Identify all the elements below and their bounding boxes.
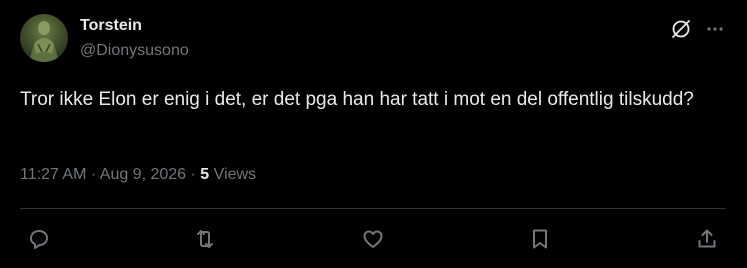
tweet-meta: 11:27 AM · Aug 9, 2026 · 5 Views (20, 166, 256, 184)
views-count[interactable]: 5 (200, 166, 209, 183)
tweet-date[interactable]: Aug 9, 2026 (100, 166, 186, 183)
tweet-text: Tror ikke Elon er enig i det, er det pga… (20, 89, 694, 110)
grok-icon[interactable] (670, 18, 692, 40)
author-handle[interactable]: @Dionysusono (80, 42, 189, 60)
avatar-image (30, 21, 58, 62)
tweet-time[interactable]: 11:27 AM (20, 166, 86, 183)
tweet-detail: Torstein @Dionysusono Tror ikke Elon er … (0, 0, 747, 268)
share-icon (698, 229, 716, 248)
meta-separator: · (86, 166, 100, 183)
author-name[interactable]: Torstein (80, 17, 142, 35)
avatar[interactable] (20, 14, 68, 62)
divider (20, 208, 726, 209)
meta-separator: · (186, 166, 201, 183)
more-icon[interactable] (704, 18, 726, 40)
repost-icon (197, 230, 213, 248)
views-label: Views (209, 166, 257, 183)
like-icon (363, 230, 383, 248)
share-button[interactable] (694, 226, 720, 252)
like-button[interactable] (360, 226, 386, 252)
bookmark-icon (533, 229, 547, 249)
repost-button[interactable] (192, 226, 218, 252)
bookmark-button[interactable] (527, 226, 553, 252)
reply-icon (30, 230, 48, 249)
reply-button[interactable] (26, 226, 52, 252)
